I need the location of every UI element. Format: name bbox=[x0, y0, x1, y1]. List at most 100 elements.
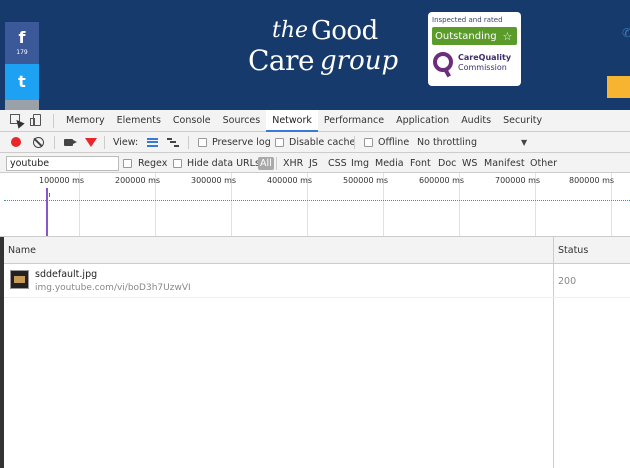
clear-icon bbox=[33, 136, 44, 148]
type-filter-font[interactable]: Font bbox=[410, 153, 431, 173]
facebook-share-button[interactable]: f 179 bbox=[5, 22, 39, 64]
image-thumbnail-icon bbox=[10, 270, 29, 289]
timeline-tick-label: 300000 ms bbox=[191, 176, 237, 185]
tab-console[interactable]: Console bbox=[167, 110, 217, 132]
camera-icon bbox=[64, 138, 77, 146]
toolbar-divider bbox=[104, 132, 105, 152]
throttling-value: No throttling bbox=[417, 136, 477, 148]
facebook-icon: f bbox=[18, 28, 26, 47]
type-filter-ws[interactable]: WS bbox=[462, 153, 477, 173]
timeline-tick-label: 700000 ms bbox=[495, 176, 541, 185]
requests-table: Name Status sddefault.jpg img.youtube.co… bbox=[4, 237, 630, 468]
devtools-tabbar: Memory Elements Console Sources Network Perfo… bbox=[0, 110, 630, 132]
device-toolbar-icon[interactable] bbox=[30, 114, 43, 127]
logo-the: the bbox=[272, 18, 309, 43]
checkbox-box bbox=[364, 137, 373, 147]
cqc-rating-text: Outstanding bbox=[435, 30, 497, 42]
large-rows-button[interactable] bbox=[147, 132, 158, 152]
tab-audits[interactable]: Audits bbox=[455, 110, 497, 132]
tab-security[interactable]: Security bbox=[497, 110, 548, 132]
inspect-element-icon[interactable] bbox=[10, 114, 25, 129]
type-filter-css[interactable]: CSS bbox=[328, 153, 347, 173]
hide-data-urls-checkbox[interactable]: Hide data URLs bbox=[173, 153, 260, 173]
timeline-tick-label: 100000 ms bbox=[39, 176, 85, 185]
toolbar-divider bbox=[188, 132, 189, 152]
table-row[interactable]: sddefault.jpg img.youtube.com/vi/boD3h7U… bbox=[4, 264, 630, 298]
checkbox-box bbox=[123, 158, 132, 168]
timeline-tick-label: 400000 ms bbox=[267, 176, 313, 185]
record-icon bbox=[11, 137, 21, 147]
record-button[interactable] bbox=[11, 132, 21, 152]
clear-button[interactable] bbox=[33, 132, 44, 152]
cqc-name: CareQuality Commission bbox=[458, 53, 512, 72]
more-share-button[interactable] bbox=[5, 100, 39, 110]
toolbar-divider bbox=[354, 132, 355, 152]
large-rows-icon bbox=[147, 137, 158, 147]
type-filter-media[interactable]: Media bbox=[375, 153, 404, 173]
star-icon: ☆ bbox=[502, 29, 513, 43]
timeline-tick-label: 200000 ms bbox=[115, 176, 161, 185]
twitter-icon: t bbox=[18, 72, 26, 91]
overview-button[interactable] bbox=[167, 132, 179, 152]
checkbox-box bbox=[275, 137, 284, 147]
waterfall-icon bbox=[167, 137, 179, 147]
request-status: 200 bbox=[558, 276, 577, 287]
hide-data-urls-label: Hide data URLs bbox=[187, 157, 260, 169]
timeline-tick-label: 800000 ms bbox=[569, 176, 615, 185]
regex-label: Regex bbox=[138, 157, 168, 169]
request-name: sddefault.jpg bbox=[35, 269, 98, 280]
type-filter-all[interactable]: All bbox=[258, 153, 274, 173]
devtools-tabs: Memory Elements Console Sources Network Perfo… bbox=[60, 110, 548, 132]
network-overview[interactable]: 100000 ms 200000 ms 300000 ms 400000 ms … bbox=[0, 173, 630, 237]
twitter-share-button[interactable]: t bbox=[5, 64, 39, 100]
tab-sources[interactable]: Sources bbox=[217, 110, 267, 132]
timeline-activity-line bbox=[4, 200, 630, 201]
type-filter-img[interactable]: Img bbox=[351, 153, 369, 173]
timeline-load-marker bbox=[46, 188, 48, 236]
website-header: f 179 t the Good Care group Inspected an… bbox=[0, 0, 630, 110]
toolbar-divider bbox=[276, 153, 277, 173]
cqc-inspected-label: Inspected and rated bbox=[432, 16, 503, 24]
timeline-tick-label: 600000 ms bbox=[419, 176, 465, 185]
devtools-panel: Memory Elements Console Sources Network Perfo… bbox=[0, 110, 630, 468]
offline-checkbox[interactable]: Offline bbox=[364, 132, 409, 152]
regex-checkbox[interactable]: Regex bbox=[123, 153, 167, 173]
cta-button[interactable] bbox=[607, 76, 630, 98]
checkbox-box bbox=[198, 137, 207, 147]
type-filter-manifest[interactable]: Manifest bbox=[484, 153, 525, 173]
throttling-select[interactable]: No throttling ▼ bbox=[417, 132, 527, 152]
column-header-name[interactable]: Name bbox=[8, 237, 36, 264]
site-logo[interactable]: the Good Care group bbox=[248, 14, 398, 84]
cqc-logo-icon bbox=[431, 49, 457, 79]
tab-performance[interactable]: Performance bbox=[318, 110, 390, 132]
filter-input[interactable] bbox=[6, 156, 119, 171]
preserve-log-label: Preserve log bbox=[212, 136, 271, 148]
type-filter-xhr[interactable]: XHR bbox=[283, 153, 303, 173]
timeline-dcl-marker bbox=[49, 193, 50, 197]
type-filter-js[interactable]: JS bbox=[309, 153, 318, 173]
disable-cache-checkbox[interactable]: Disable cache bbox=[275, 132, 355, 152]
logo-good: Good bbox=[311, 16, 378, 46]
offline-label: Offline bbox=[378, 136, 410, 148]
checkbox-box bbox=[173, 158, 182, 168]
logo-group: group bbox=[320, 46, 399, 76]
filter-icon bbox=[85, 137, 97, 147]
preserve-log-checkbox[interactable]: Preserve log bbox=[198, 132, 271, 152]
type-filter-other[interactable]: Other bbox=[530, 153, 557, 173]
filter-toggle-button[interactable] bbox=[85, 132, 97, 152]
capture-screenshots-button[interactable] bbox=[64, 132, 77, 152]
cqc-rating: Outstanding ☆ bbox=[432, 27, 517, 45]
timeline-tick-label: 500000 ms bbox=[343, 176, 389, 185]
phone-icon[interactable]: ✆ bbox=[622, 26, 630, 40]
column-header-status[interactable]: Status bbox=[558, 237, 588, 264]
social-share-bar: f 179 t bbox=[5, 22, 39, 110]
cqc-rating-badge[interactable]: Inspected and rated Outstanding ☆ CareQu… bbox=[428, 12, 521, 86]
type-filter-doc[interactable]: Doc bbox=[438, 153, 456, 173]
tab-network[interactable]: Network bbox=[266, 110, 318, 132]
facebook-share-count: 179 bbox=[16, 49, 28, 56]
tab-application[interactable]: Application bbox=[390, 110, 455, 132]
tab-elements[interactable]: Elements bbox=[111, 110, 167, 132]
tab-memory[interactable]: Memory bbox=[60, 110, 111, 132]
disable-cache-label: Disable cache bbox=[289, 136, 356, 148]
request-url: img.youtube.com/vi/boD3h7UzwVI bbox=[35, 283, 191, 293]
